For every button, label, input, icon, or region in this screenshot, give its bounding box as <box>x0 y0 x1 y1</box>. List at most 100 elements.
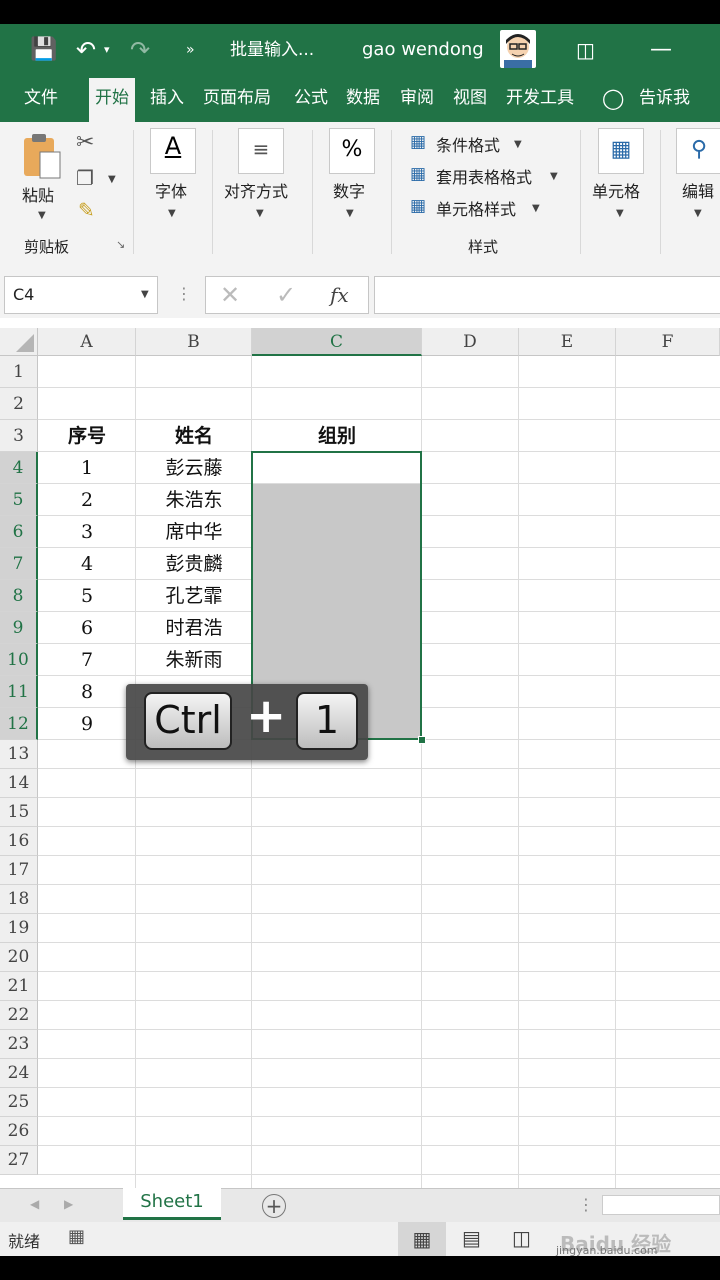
cell-serial[interactable]: 9 <box>38 708 136 740</box>
number-button[interactable]: % <box>329 128 375 174</box>
more-commands-icon[interactable]: » <box>186 24 195 76</box>
alignment-label[interactable]: 对齐方式 <box>224 178 288 202</box>
name-box-dropdown-icon[interactable]: ▼ <box>141 289 149 300</box>
row-header-9[interactable]: 9 <box>0 612 38 644</box>
edit-label[interactable]: 编辑 <box>682 178 714 202</box>
cell-serial[interactable]: 8 <box>38 676 136 708</box>
row-header-18[interactable]: 18 <box>0 885 38 914</box>
edit-button[interactable]: ⚲ <box>676 128 720 174</box>
row-header-3[interactable]: 3 <box>0 420 38 452</box>
tab-developer[interactable]: 开发工具 <box>506 76 574 122</box>
row-header-16[interactable]: 16 <box>0 827 38 856</box>
cell-name[interactable]: 孔艺霏 <box>136 580 252 612</box>
row-header-13[interactable]: 13 <box>0 740 38 769</box>
table-format-icon[interactable]: ▦ <box>410 164 426 184</box>
next-sheet-icon[interactable]: ▶ <box>64 1197 73 1211</box>
save-icon[interactable]: 💾 <box>30 24 57 76</box>
lightbulb-icon[interactable]: ◯ <box>602 76 624 122</box>
cell-style-icon[interactable]: ▦ <box>410 196 426 216</box>
format-painter-icon[interactable]: ✎ <box>78 198 95 222</box>
insert-function-icon[interactable]: fx <box>330 283 349 307</box>
row-header-8[interactable]: 8 <box>0 580 38 612</box>
cell-name[interactable]: 彭贵麟 <box>136 548 252 580</box>
tell-me[interactable]: 告诉我 <box>639 76 690 122</box>
number-label[interactable]: 数字 <box>333 178 365 202</box>
page-break-view-icon[interactable]: ◫ <box>512 1226 531 1250</box>
cells-button[interactable]: ▦ <box>598 128 644 174</box>
cell-name[interactable]: 朱新雨 <box>136 644 252 676</box>
horizontal-scrollbar[interactable] <box>602 1195 720 1215</box>
cell-style-button[interactable]: 单元格样式 <box>436 196 516 220</box>
edit-dropdown-icon[interactable]: ▼ <box>694 208 702 219</box>
avatar[interactable] <box>500 30 536 68</box>
number-dropdown-icon[interactable]: ▼ <box>346 208 354 219</box>
row-header-24[interactable]: 24 <box>0 1059 38 1088</box>
tab-formulas[interactable]: 公式 <box>294 76 328 122</box>
cell-serial[interactable]: 1 <box>38 452 136 484</box>
cell-serial[interactable]: 4 <box>38 548 136 580</box>
row-header-23[interactable]: 23 <box>0 1030 38 1059</box>
row-header-22[interactable]: 22 <box>0 1001 38 1030</box>
row-header-4[interactable]: 4 <box>0 452 38 484</box>
minimize-icon[interactable]: — <box>650 24 672 76</box>
tab-page-layout[interactable]: 页面布局 <box>203 76 271 122</box>
row-header-17[interactable]: 17 <box>0 856 38 885</box>
tab-home[interactable]: 开始 <box>89 78 135 122</box>
macro-record-icon[interactable]: ▦ <box>68 1226 85 1247</box>
row-header-19[interactable]: 19 <box>0 914 38 943</box>
row-header-15[interactable]: 15 <box>0 798 38 827</box>
font-button[interactable]: A <box>150 128 196 174</box>
cell-a3-header[interactable]: 序号 <box>38 420 136 452</box>
sheet-tab-sheet1[interactable]: Sheet1 <box>123 1188 221 1220</box>
column-header-d[interactable]: D <box>422 328 519 356</box>
row-header-14[interactable]: 14 <box>0 769 38 798</box>
row-header-25[interactable]: 25 <box>0 1088 38 1117</box>
redo-icon[interactable]: ↷ <box>130 24 150 76</box>
tab-splitter-icon[interactable]: ⋮ <box>578 1195 594 1214</box>
name-box[interactable]: C4 ▼ <box>4 276 158 314</box>
cut-icon[interactable]: ✂ <box>76 130 94 155</box>
cell-serial[interactable]: 5 <box>38 580 136 612</box>
row-header-1[interactable]: 1 <box>0 356 38 388</box>
row-header-7[interactable]: 7 <box>0 548 38 580</box>
alignment-button[interactable]: ≡ <box>238 128 284 174</box>
tab-view[interactable]: 视图 <box>453 76 487 122</box>
cell-serial[interactable]: 7 <box>38 644 136 676</box>
cell-name[interactable]: 彭云藤 <box>136 452 252 484</box>
row-header-21[interactable]: 21 <box>0 972 38 1001</box>
row-header-27[interactable]: 27 <box>0 1146 38 1175</box>
tab-file[interactable]: 文件 <box>24 76 58 122</box>
cell-serial[interactable]: 3 <box>38 516 136 548</box>
conditional-format-button[interactable]: 条件格式 <box>436 132 500 156</box>
formula-input[interactable] <box>374 276 720 314</box>
ribbon-display-icon[interactable]: ◫ <box>576 24 595 76</box>
paste-icon[interactable] <box>22 132 62 180</box>
dialog-launcher-icon[interactable]: ↘ <box>116 238 125 251</box>
undo-icon[interactable]: ↶ <box>76 24 96 76</box>
cell-serial[interactable]: 6 <box>38 612 136 644</box>
row-header-10[interactable]: 10 <box>0 644 38 676</box>
enter-icon[interactable]: ✓ <box>276 281 296 309</box>
normal-view-icon[interactable]: ▦ <box>398 1222 446 1256</box>
column-header-e[interactable]: E <box>519 328 616 356</box>
copy-icon[interactable]: ❐ <box>76 166 94 190</box>
add-sheet-icon[interactable]: + <box>262 1194 286 1218</box>
cell-serial[interactable]: 2 <box>38 484 136 516</box>
row-header-11[interactable]: 11 <box>0 676 38 708</box>
row-header-26[interactable]: 26 <box>0 1117 38 1146</box>
cells-dropdown-icon[interactable]: ▼ <box>616 208 624 219</box>
font-label[interactable]: 字体 <box>155 178 187 202</box>
row-header-5[interactable]: 5 <box>0 484 38 516</box>
cancel-icon[interactable]: ✕ <box>220 281 240 309</box>
column-header-a[interactable]: A <box>38 328 136 356</box>
cell-b3-header[interactable]: 姓名 <box>136 420 252 452</box>
column-header-f[interactable]: F <box>616 328 720 356</box>
prev-sheet-icon[interactable]: ◀ <box>30 1197 39 1211</box>
tab-insert[interactable]: 插入 <box>150 76 184 122</box>
paste-label[interactable]: 粘贴 <box>22 182 54 206</box>
tab-review[interactable]: 审阅 <box>400 76 434 122</box>
row-header-2[interactable]: 2 <box>0 388 38 420</box>
column-header-c[interactable]: C <box>252 328 422 356</box>
column-header-b[interactable]: B <box>136 328 252 356</box>
table-format-dropdown-icon[interactable]: ▼ <box>550 171 558 182</box>
